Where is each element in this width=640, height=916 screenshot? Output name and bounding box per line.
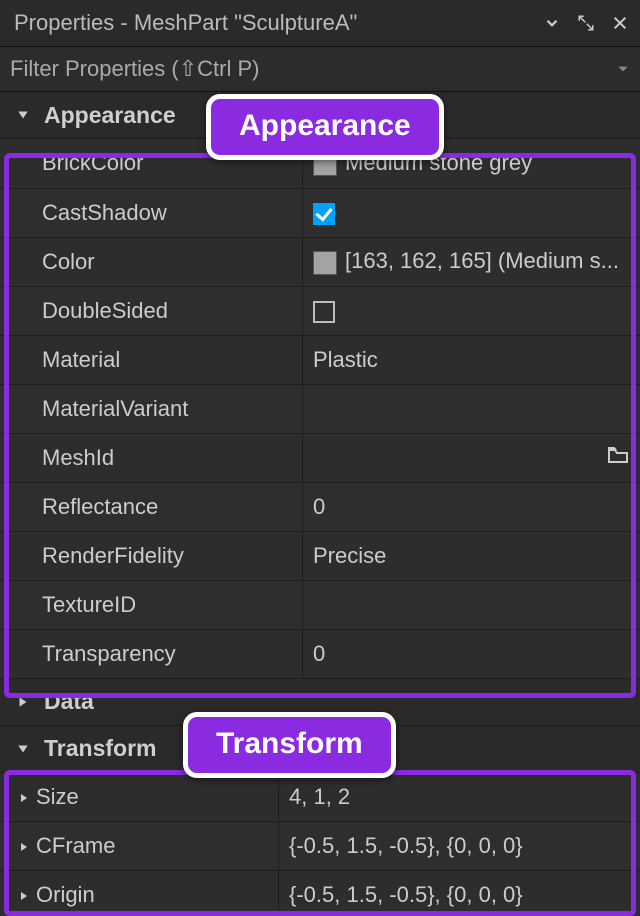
prop-value[interactable]: 4, 1, 2 — [279, 773, 640, 822]
row-meshid[interactable]: MeshId — [0, 433, 640, 482]
prop-key: Origin — [0, 871, 279, 916]
checkbox-icon[interactable] — [313, 301, 335, 323]
row-doublesided[interactable]: DoubleSided — [0, 286, 640, 335]
expand-arrow-icon[interactable] — [18, 840, 36, 858]
expand-arrow-icon[interactable] — [18, 791, 36, 809]
filter-dropdown-icon[interactable] — [610, 56, 630, 82]
prop-key: MaterialVariant — [0, 384, 303, 433]
row-origin[interactable]: Origin {-0.5, 1.5, -0.5}, {0, 0, 0} — [0, 871, 640, 916]
row-castshadow[interactable]: CastShadow — [0, 188, 640, 237]
prop-key: DoubleSided — [0, 286, 303, 335]
row-transparency[interactable]: Transparency 0 — [0, 629, 640, 678]
section-label: Transform — [38, 735, 156, 762]
prop-key: CastShadow — [0, 188, 303, 237]
properties-panel: Properties - MeshPart "SculptureA" Filte… — [0, 0, 640, 916]
prop-key: TextureID — [0, 580, 303, 629]
prop-value[interactable] — [303, 384, 640, 433]
expand-arrow-icon — [16, 108, 38, 122]
prop-key: Reflectance — [0, 482, 303, 531]
section-label: Appearance — [38, 102, 176, 129]
appearance-table: BrickColor Medium stone grey CastShadow … — [0, 139, 640, 679]
expand-arrow-icon[interactable] — [18, 889, 36, 907]
row-size[interactable]: Size 4, 1, 2 — [0, 773, 640, 822]
prop-value[interactable]: [163, 162, 165] (Medium s... — [303, 237, 640, 286]
expand-arrow-icon — [16, 695, 38, 709]
prop-key: Transparency — [0, 629, 303, 678]
prop-value[interactable] — [303, 286, 640, 335]
checkbox-icon[interactable] — [313, 203, 335, 225]
callout-appearance: Appearance — [206, 94, 444, 160]
prop-value[interactable]: {-0.5, 1.5, -0.5}, {0, 0, 0} — [279, 871, 640, 916]
prop-key: MeshId — [0, 433, 303, 482]
expand-arrow-icon — [16, 742, 38, 756]
prop-value[interactable]: 0 — [303, 629, 640, 678]
filter-input[interactable]: Filter Properties (⇧Ctrl P) — [0, 47, 640, 92]
prop-key: Size — [0, 773, 279, 822]
prop-value[interactable] — [303, 580, 640, 629]
titlebar: Properties - MeshPart "SculptureA" — [0, 0, 640, 47]
row-material[interactable]: Material Plastic — [0, 335, 640, 384]
callout-transform: Transform — [183, 712, 396, 778]
chevron-down-icon[interactable] — [542, 13, 562, 33]
window-title: Properties - MeshPart "SculptureA" — [10, 10, 542, 36]
row-materialvariant[interactable]: MaterialVariant — [0, 384, 640, 433]
row-cframe[interactable]: CFrame {-0.5, 1.5, -0.5}, {0, 0, 0} — [0, 822, 640, 871]
row-reflectance[interactable]: Reflectance 0 — [0, 482, 640, 531]
section-label: Data — [38, 688, 94, 715]
row-color[interactable]: Color [163, 162, 165] (Medium s... — [0, 237, 640, 286]
close-icon[interactable] — [610, 13, 630, 33]
filter-placeholder: Filter Properties (⇧Ctrl P) — [10, 56, 610, 82]
prop-key: Color — [0, 237, 303, 286]
row-textureid[interactable]: TextureID — [0, 580, 640, 629]
prop-value[interactable]: Plastic — [303, 335, 640, 384]
prop-key: Material — [0, 335, 303, 384]
prop-value[interactable] — [303, 433, 640, 482]
folder-icon[interactable] — [606, 443, 630, 473]
prop-value[interactable] — [303, 188, 640, 237]
transform-table: Size 4, 1, 2 CFrame {-0.5, 1.5, -0.5}, {… — [0, 773, 640, 916]
prop-value[interactable]: 0 — [303, 482, 640, 531]
color-swatch-icon — [313, 251, 337, 275]
prop-value[interactable]: Precise — [303, 531, 640, 580]
prop-key: CFrame — [0, 822, 279, 871]
prop-value[interactable]: {-0.5, 1.5, -0.5}, {0, 0, 0} — [279, 822, 640, 871]
prop-key: RenderFidelity — [0, 531, 303, 580]
row-renderfidelity[interactable]: RenderFidelity Precise — [0, 531, 640, 580]
undock-icon[interactable] — [576, 13, 596, 33]
